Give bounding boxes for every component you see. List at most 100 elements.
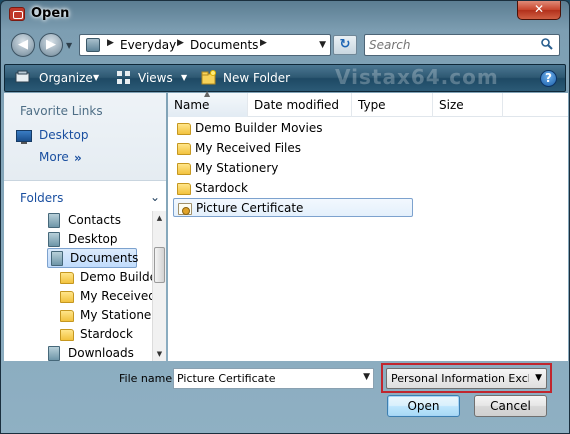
file-row-demo-builder-movies[interactable]: Demo Builder Movies xyxy=(173,119,413,138)
file-name-label: File name: xyxy=(119,372,176,385)
file-name: Stardock xyxy=(195,181,248,195)
file-name: Picture Certificate xyxy=(196,201,304,215)
cancel-button[interactable]: Cancel xyxy=(474,395,547,417)
breadcrumb-separator-icon[interactable]: ▶ xyxy=(177,38,184,48)
file-name: My Stationery xyxy=(195,161,279,175)
search-box[interactable] xyxy=(364,34,560,56)
tree-item-demo-builder-movies[interactable]: Demo Builder Movies xyxy=(60,268,152,287)
organize-menu[interactable]: Organize xyxy=(39,71,93,85)
column-header-type[interactable]: Type xyxy=(352,93,433,117)
file-type-select[interactable]: Personal Information Exchange ▼ xyxy=(386,368,547,389)
views-icon[interactable] xyxy=(116,70,131,85)
views-menu[interactable]: Views xyxy=(138,71,173,85)
new-folder-icon[interactable] xyxy=(201,70,216,85)
tree-item-stardock[interactable]: Stardock xyxy=(60,325,152,344)
file-name-combobox[interactable]: ▼ xyxy=(173,368,374,389)
file-name-dropdown-icon[interactable]: ▼ xyxy=(363,372,370,382)
watermark: Vistax64.com xyxy=(335,65,499,89)
tree-item-label: My Received Files xyxy=(80,289,152,303)
address-dropdown-icon[interactable]: ▼ xyxy=(319,40,326,50)
user-folder-icon xyxy=(48,213,60,228)
folder-icon xyxy=(177,143,191,155)
folder-icon xyxy=(60,272,74,284)
recent-pages-dropdown-icon[interactable]: ▼ xyxy=(66,41,72,50)
file-row-picture-certificate[interactable]: Picture Certificate xyxy=(173,198,413,217)
file-name: Demo Builder Movies xyxy=(195,121,323,135)
forward-button[interactable]: ▶ xyxy=(39,33,63,57)
back-button[interactable]: ◀ xyxy=(11,33,35,57)
tree-item-desktop[interactable]: Desktop xyxy=(48,230,148,249)
file-name: My Received Files xyxy=(195,141,302,155)
user-folder-icon xyxy=(51,251,63,266)
folder-icon xyxy=(177,123,191,135)
file-type-value: Personal Information Exchange xyxy=(391,372,529,385)
more-chevron-icon[interactable]: » xyxy=(74,151,82,165)
tree-item-documents[interactable]: Documents xyxy=(47,248,139,268)
open-dialog: Open ✕ ◀ ▶ ▼ ▶ Everyday ▶ Documents ▶ ▼ … xyxy=(0,0,570,434)
scrollbar-thumb[interactable] xyxy=(154,247,165,283)
organize-icon[interactable] xyxy=(15,70,30,85)
tree-item-contacts[interactable]: Contacts xyxy=(48,211,148,230)
views-dropdown-icon[interactable]: ▼ xyxy=(181,73,187,82)
tree-item-label: Downloads xyxy=(68,346,134,360)
favorite-links-section: Favorite Links Desktop More » xyxy=(4,93,166,181)
scroll-down-icon[interactable]: ▼ xyxy=(153,347,166,361)
tree-item-downloads[interactable]: Downloads xyxy=(48,344,148,361)
organize-dropdown-icon[interactable]: ▼ xyxy=(93,73,99,82)
tree-item-my-received-files[interactable]: My Received Files xyxy=(60,287,152,306)
file-list-pane: ▲ Name Date modified Type Size Demo Buil… xyxy=(168,89,568,361)
breadcrumb-separator-icon[interactable]: ▶ xyxy=(107,38,114,48)
search-icon[interactable] xyxy=(541,38,553,50)
scroll-up-icon[interactable]: ▲ xyxy=(153,211,166,225)
user-folder-icon xyxy=(48,346,60,361)
tree-item-label: Contacts xyxy=(68,213,121,227)
tree-item-label: Desktop xyxy=(68,232,118,246)
file-row-my-stationery[interactable]: My Stationery xyxy=(173,159,413,178)
file-name-input[interactable] xyxy=(177,371,353,386)
breadcrumb-separator-icon[interactable]: ▶ xyxy=(260,38,267,48)
navigation-pane: Favorite Links Desktop More » Folders ⌄ … xyxy=(4,93,166,361)
folder-icon xyxy=(60,310,74,322)
sort-ascending-icon: ▲ xyxy=(204,89,211,98)
favorite-links-title: Favorite Links xyxy=(20,104,103,118)
folder-icon xyxy=(60,291,74,303)
help-icon[interactable]: ? xyxy=(540,70,557,87)
folder-icon xyxy=(177,183,191,195)
tree-item-label: Demo Builder Movies xyxy=(80,270,152,284)
folder-tree: Contacts Desktop Documents Demo Builder … xyxy=(4,211,152,361)
favorite-link-desktop[interactable]: Desktop xyxy=(39,128,89,142)
breadcrumb-everyday[interactable]: Everyday xyxy=(120,38,176,52)
folder-icon xyxy=(60,329,74,341)
navigation-bar: ◀ ▶ ▼ ▶ Everyday ▶ Documents ▶ ▼ ↻ xyxy=(1,31,569,61)
column-header-size[interactable]: Size xyxy=(433,93,503,117)
file-row-stardock[interactable]: Stardock xyxy=(173,179,413,198)
folders-header[interactable]: Folders ⌄ xyxy=(4,189,166,211)
file-type-dropdown-icon[interactable]: ▼ xyxy=(535,373,542,383)
column-label: Name xyxy=(174,98,210,112)
column-header-name[interactable]: ▲ Name xyxy=(168,89,248,117)
file-row-my-received-files[interactable]: My Received Files xyxy=(173,139,413,158)
open-button[interactable]: Open xyxy=(387,395,460,417)
desktop-icon[interactable] xyxy=(16,130,32,144)
tree-item-my-stationery[interactable]: My Stationery xyxy=(60,306,152,325)
address-bar[interactable]: ▶ Everyday ▶ Documents ▶ ▼ xyxy=(79,34,331,56)
more-link[interactable]: More xyxy=(39,150,69,164)
column-header-date-modified[interactable]: Date modified xyxy=(248,93,352,117)
computer-icon xyxy=(86,38,100,52)
collapse-chevron-icon[interactable]: ⌄ xyxy=(150,190,160,204)
window-title: Open xyxy=(31,6,70,21)
refresh-button[interactable]: ↻ xyxy=(333,35,357,55)
new-folder-button[interactable]: New Folder xyxy=(223,71,290,85)
search-input[interactable] xyxy=(369,37,529,53)
close-button[interactable]: ✕ xyxy=(517,1,561,20)
user-folder-icon xyxy=(48,232,60,247)
column-headers: ▲ Name Date modified Type Size xyxy=(168,89,568,117)
breadcrumb-documents[interactable]: Documents xyxy=(190,38,258,52)
folder-icon xyxy=(177,163,191,175)
folder-tree-scrollbar[interactable]: ▲ ▼ xyxy=(152,211,166,361)
title-bar: Open ✕ xyxy=(1,1,569,29)
tree-item-label: Documents xyxy=(70,251,139,265)
certificate-icon xyxy=(178,203,192,215)
folders-title[interactable]: Folders xyxy=(20,191,63,205)
tree-item-label: My Stationery xyxy=(80,308,152,322)
